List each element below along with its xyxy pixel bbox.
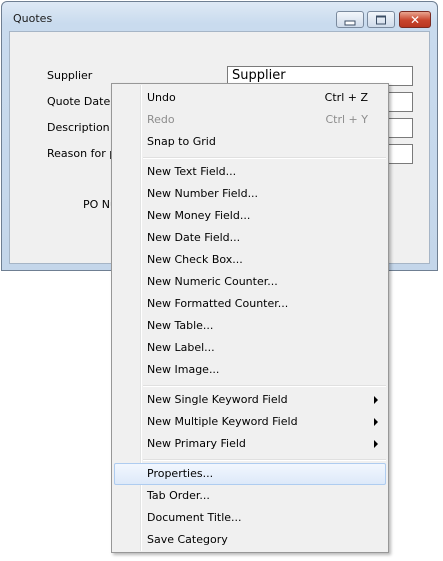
menu-item-new-primary-field[interactable]: New Primary Field <box>114 433 386 455</box>
menu-item-label: Redo <box>147 113 175 126</box>
menu-item-label: New Image... <box>147 363 220 376</box>
menu-item-new-label[interactable]: New Label... <box>114 337 386 359</box>
menu-item-label: Properties... <box>147 467 214 480</box>
menu-separator <box>143 459 386 460</box>
menu-item-new-multiple-keyword-field[interactable]: New Multiple Keyword Field <box>114 411 386 433</box>
menu-item-shortcut: Ctrl + Y <box>325 113 368 126</box>
menu-item-label: New Date Field... <box>147 231 241 244</box>
menu-item-shortcut: Ctrl + Z <box>324 91 368 104</box>
menu-item-label: New Text Field... <box>147 165 237 178</box>
menu-item-redo[interactable]: Redo Ctrl + Y <box>114 109 386 131</box>
menu-item-label: New Table... <box>147 319 214 332</box>
menu-item-new-date-field[interactable]: New Date Field... <box>114 227 386 249</box>
supplier-label: Supplier <box>47 69 93 82</box>
close-icon: ✕ <box>409 12 421 27</box>
menu-item-new-formatted-counter[interactable]: New Formatted Counter... <box>114 293 386 315</box>
menu-item-new-table[interactable]: New Table... <box>114 315 386 337</box>
menu-item-label: Snap to Grid <box>147 135 216 148</box>
menu-item-label: New Label... <box>147 341 215 354</box>
menu-item-new-number-field[interactable]: New Number Field... <box>114 183 386 205</box>
menu-item-document-title[interactable]: Document Title... <box>114 507 386 529</box>
menu-item-new-text-field[interactable]: New Text Field... <box>114 161 386 183</box>
maximize-icon <box>376 15 386 24</box>
submenu-arrow-icon <box>374 396 378 404</box>
menu-item-new-money-field[interactable]: New Money Field... <box>114 205 386 227</box>
menu-item-save-category[interactable]: Save Category <box>114 529 386 551</box>
minimize-button[interactable] <box>336 11 364 28</box>
menu-item-new-single-keyword-field[interactable]: New Single Keyword Field <box>114 389 386 411</box>
menu-item-label: New Multiple Keyword Field <box>147 415 298 428</box>
menu-item-label: New Single Keyword Field <box>147 393 288 406</box>
minimize-icon <box>344 20 356 25</box>
maximize-button[interactable] <box>367 11 395 28</box>
submenu-arrow-icon <box>374 418 378 426</box>
title-bar[interactable]: Quotes ✕ <box>2 2 437 32</box>
menu-item-properties[interactable]: Properties... <box>114 463 386 485</box>
menu-item-label: New Check Box... <box>147 253 243 266</box>
menu-item-label: Document Title... <box>147 511 242 524</box>
menu-item-tab-order[interactable]: Tab Order... <box>114 485 386 507</box>
menu-item-label: Save Category <box>147 533 228 546</box>
submenu-arrow-icon <box>374 440 378 448</box>
menu-separator <box>143 157 386 158</box>
menu-item-label: New Formatted Counter... <box>147 297 289 310</box>
menu-item-new-numeric-counter[interactable]: New Numeric Counter... <box>114 271 386 293</box>
menu-item-label: New Number Field... <box>147 187 259 200</box>
menu-item-label: New Primary Field <box>147 437 246 450</box>
menu-item-label: Tab Order... <box>147 489 210 502</box>
menu-item-undo[interactable]: Undo Ctrl + Z <box>114 87 386 109</box>
menu-separator <box>143 385 386 386</box>
window-title: Quotes <box>13 12 53 25</box>
quote-date-label: Quote Date <box>47 95 111 108</box>
menu-item-snap-to-grid[interactable]: Snap to Grid <box>114 131 386 153</box>
context-menu: Undo Ctrl + Z Redo Ctrl + Y Snap to Grid… <box>111 83 389 553</box>
close-button[interactable]: ✕ <box>399 11 431 28</box>
menu-item-label: New Money Field... <box>147 209 251 222</box>
menu-item-new-image[interactable]: New Image... <box>114 359 386 381</box>
menu-item-label: New Numeric Counter... <box>147 275 278 288</box>
menu-item-label: Undo <box>147 91 176 104</box>
menu-item-new-check-box[interactable]: New Check Box... <box>114 249 386 271</box>
